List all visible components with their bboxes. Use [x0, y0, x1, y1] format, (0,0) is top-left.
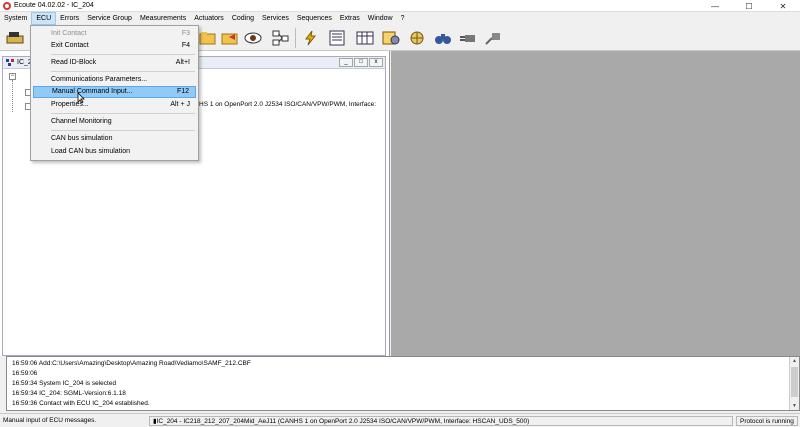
menu-service-group[interactable]: Service Group — [83, 12, 136, 25]
close-button[interactable]: ✕ — [766, 0, 800, 12]
menu-separator — [51, 130, 195, 131]
network-icon[interactable] — [270, 27, 292, 49]
mdi-background — [391, 51, 800, 356]
status-connection: ▮IC_204 - IC218_212_207_204Mid_AeJ11 (CA… — [149, 416, 733, 426]
menu-separator — [51, 54, 195, 55]
tree-expand-toggle[interactable]: − — [9, 73, 16, 80]
menu-actuators[interactable]: Actuators — [190, 12, 228, 25]
log-line: 16:59:34 System IC_204 is selected — [12, 380, 117, 387]
menu-coding[interactable]: Coding — [228, 12, 258, 25]
menu-measurements[interactable]: Measurements — [136, 12, 190, 25]
tree-connector — [12, 80, 13, 112]
unplug-icon[interactable] — [482, 27, 504, 49]
status-connection-text: IC_204 - IC218_212_207_204Mid_AeJ11 (CAN… — [156, 418, 530, 425]
child-maximize-button[interactable]: □ — [354, 58, 368, 67]
menu-separator — [51, 113, 195, 114]
menu-item-properties[interactable]: Properties... Alt + J — [33, 99, 196, 111]
log-scrollbar[interactable]: ▲ ▼ — [789, 357, 799, 410]
status-protocol: Protocol is running — [736, 416, 798, 426]
menu-services[interactable]: Services — [258, 12, 293, 25]
coding-icon[interactable] — [380, 27, 402, 49]
title-bar: Ecoute 04.02.02 - IC_204 — ☐ ✕ — [0, 0, 800, 12]
menu-item-read-id-block[interactable]: Read ID-Block Alt+I — [33, 57, 196, 69]
status-bar: Manual input of ECU messages. ▮IC_204 - … — [0, 413, 800, 427]
menu-item-channel-monitoring[interactable]: Channel Monitoring — [33, 116, 196, 128]
open-folder-icon[interactable] — [197, 27, 219, 49]
menu-sequences[interactable]: Sequences — [293, 12, 336, 25]
mouse-cursor-icon — [77, 92, 86, 107]
menu-extras[interactable]: Extras — [336, 12, 364, 25]
flash-icon[interactable] — [300, 27, 322, 49]
scroll-up-icon[interactable]: ▲ — [792, 358, 797, 364]
menu-help[interactable]: ? — [397, 12, 409, 25]
log-line: 16:59:34 IC_204: SGML-Version:6.1.18 — [12, 390, 126, 397]
binoculars-icon[interactable] — [432, 27, 454, 49]
menu-item-exit-contact[interactable]: Exit Contact F4 — [33, 40, 196, 52]
menu-separator — [51, 71, 195, 72]
menu-ecu[interactable]: ECU — [31, 12, 57, 25]
menu-errors[interactable]: Errors — [56, 12, 83, 25]
open-folder-icon[interactable] — [219, 27, 241, 49]
menu-item-can-bus-simulation[interactable]: CAN bus simulation — [33, 133, 196, 145]
child-close-button[interactable]: x — [369, 58, 383, 67]
toolbar-separator — [295, 28, 296, 48]
minimize-button[interactable]: — — [698, 0, 732, 12]
app-icon — [3, 1, 11, 10]
maximize-button[interactable]: ☐ — [732, 0, 766, 12]
globe-icon[interactable] — [406, 27, 428, 49]
eye-icon[interactable] — [242, 27, 264, 49]
scrollbar-thumb[interactable] — [791, 367, 798, 397]
menu-item-init-contact[interactable]: Init Contact F3 — [33, 28, 196, 40]
status-message: Manual input of ECU messages. — [3, 417, 97, 424]
table-icon[interactable] — [354, 27, 376, 49]
log-panel: 16:59:06 Add:C:\Users\Amazing\Desktop\Am… — [6, 356, 800, 411]
list-icon[interactable] — [326, 27, 348, 49]
log-line: 16:59:36 Contact with ECU IC_204 establi… — [12, 400, 150, 407]
log-line: 16:59:06 Add:C:\Users\Amazing\Desktop\Am… — [12, 360, 251, 367]
scroll-down-icon[interactable]: ▼ — [792, 403, 797, 409]
connection-info: HS 1 on OpenPort 2.0 J2534 ISO/CAN/VPW/P… — [199, 101, 377, 108]
child-window-controls: _ □ x — [339, 58, 383, 67]
child-minimize-button[interactable]: _ — [339, 58, 353, 67]
ecu-tree-icon — [6, 58, 15, 67]
menu-system[interactable]: System — [0, 12, 31, 25]
log-line: 16:59:06 — [12, 370, 38, 377]
window-title: Ecoute 04.02.02 - IC_204 — [14, 2, 94, 9]
menu-item-communications-parameters[interactable]: Communications Parameters... — [33, 74, 196, 86]
ecu-icon[interactable] — [4, 27, 26, 49]
ecu-menu-dropdown: Init Contact F3 Exit Contact F4 Read ID-Bl… — [30, 25, 199, 161]
window-controls: — ☐ ✕ — [698, 0, 800, 12]
menu-bar: System ECU Errors Service Group Measurem… — [0, 12, 800, 25]
menu-item-manual-command-input[interactable]: Manual Command Input... F12 — [33, 86, 196, 98]
menu-window[interactable]: Window — [364, 12, 397, 25]
menu-item-load-can-bus-simulation[interactable]: Load CAN bus simulation — [33, 146, 196, 158]
plug-icon[interactable] — [457, 27, 479, 49]
